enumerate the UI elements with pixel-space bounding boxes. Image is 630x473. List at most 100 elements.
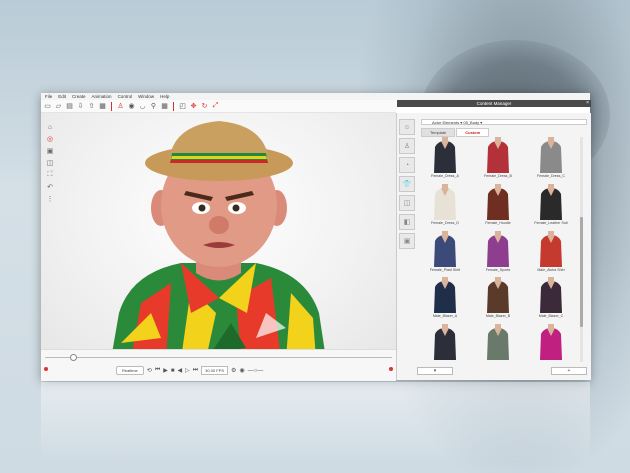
timeline-track[interactable] <box>45 357 392 358</box>
scale-icon[interactable]: ⤢ <box>211 102 220 111</box>
scrollbar-thumb[interactable] <box>580 217 583 327</box>
rotate-icon[interactable]: ↻ <box>200 102 209 111</box>
prop-tab-icon[interactable]: ◧ <box>399 214 415 230</box>
render-icon[interactable]: ▦ <box>98 102 107 111</box>
menu-item-animation[interactable]: Animation <box>92 93 112 100</box>
content-item[interactable]: Female_Dress_C <box>527 137 575 179</box>
playback-bar: Realtime ⟲ ⏮ ▶ ■ ◀ ▷ ⏭ 30.00 FPS ⚙ ◉ —○— <box>116 366 263 375</box>
person-icon[interactable]: ♙ <box>116 102 125 111</box>
prev-icon[interactable]: ◀ <box>177 367 182 374</box>
accessory-tab-icon[interactable]: ◫ <box>399 195 415 211</box>
content-item-label: Female_Plaid Shirt <box>429 267 461 272</box>
select-icon[interactable]: ◰ <box>178 102 187 111</box>
3d-viewport[interactable]: ⌂ ◎ ▣ ◫ ⛶ ↶ ⋮ <box>41 113 396 359</box>
menu-item-file[interactable]: File <box>45 93 52 100</box>
content-item[interactable]: Female_Sports <box>474 230 522 273</box>
content-item[interactable]: Male_Blazer_A <box>421 277 469 319</box>
fit-icon[interactable]: ⛶ <box>46 171 54 179</box>
scene-tab-icon[interactable]: ▣ <box>399 233 415 249</box>
body-tab-icon[interactable]: ♙ <box>399 138 415 154</box>
content-item[interactable]: Male_Blazer_C <box>527 277 575 319</box>
timeline-playhead[interactable] <box>70 354 77 361</box>
loop-icon[interactable]: ⟲ <box>147 367 152 374</box>
next-icon[interactable]: ▷ <box>185 367 190 374</box>
fps-field[interactable]: 30.00 FPS <box>201 366 229 375</box>
mouth-icon[interactable]: ◡ <box>138 102 147 111</box>
image-icon[interactable]: ▣ <box>46 147 54 155</box>
export-icon[interactable]: ⇧ <box>87 102 96 111</box>
timeline: Realtime ⟲ ⏮ ▶ ■ ◀ ▷ ⏭ 30.00 FPS ⚙ ◉ —○— <box>41 349 396 381</box>
content-item-label: Female_Dress_D <box>431 220 459 225</box>
content-item[interactable]: Female_Plaid Shirt <box>421 230 469 273</box>
content-scrollbar[interactable] <box>580 137 583 362</box>
rewind-icon[interactable]: ⏮ <box>155 367 160 374</box>
clothing-thumbnail <box>430 137 460 173</box>
app-window: File Edit Create Animation Control Window Help… <box>41 93 591 381</box>
content-item[interactable]: Female_Dress_A <box>421 137 469 179</box>
undo-icon[interactable]: ↶ <box>46 183 54 191</box>
save-icon[interactable]: ▤ <box>65 102 74 111</box>
playback-mode-button[interactable]: Realtime <box>116 366 144 375</box>
content-item[interactable]: Male_Blazer_B <box>474 277 522 319</box>
content-item-label: Male_Blazer_B <box>485 314 511 319</box>
content-item[interactable] <box>474 324 522 362</box>
end-icon[interactable]: ⏭ <box>193 367 198 374</box>
viewport-toolbar: ⌂ ◎ ▣ ◫ ⛶ ↶ ⋮ <box>45 123 55 204</box>
play-icon[interactable]: ▶ <box>163 367 168 374</box>
content-item[interactable] <box>421 324 469 362</box>
menu-item-help[interactable]: Help <box>160 93 169 100</box>
zoom-slider[interactable]: —○— <box>248 368 264 374</box>
content-item-label: Male_Blazer_C <box>538 314 564 319</box>
content-grid: Female_Dress_A Female_Dress_B Female_Dress… <box>421 137 577 362</box>
eye-icon[interactable]: ◉ <box>127 102 136 111</box>
content-item-label: Female_Dress_C <box>537 174 565 178</box>
grid-icon[interactable]: ▦ <box>160 102 169 111</box>
content-item[interactable]: Female_Leather Suit <box>527 183 575 226</box>
content-manager-sidebar: ☺ ♙ ◔ 👕 ◫ ◧ ▣ <box>399 119 415 249</box>
window-reflection <box>41 382 590 462</box>
clothing-thumbnail <box>430 324 460 361</box>
settings-icon[interactable]: ⚙ <box>231 367 236 374</box>
open-icon[interactable]: ▱ <box>54 102 63 111</box>
clothing-thumbnail <box>536 324 566 361</box>
stop-icon[interactable]: ■ <box>171 368 175 374</box>
home-icon[interactable]: ⌂ <box>46 123 54 131</box>
add-button[interactable]: + <box>551 367 587 375</box>
actor-tab-icon[interactable]: ☺ <box>399 119 415 135</box>
clothing-tab-icon[interactable]: 👕 <box>399 176 415 192</box>
head-tab-icon[interactable]: ◔ <box>399 157 415 173</box>
content-item[interactable]: Female_Dress_B <box>474 137 522 179</box>
toolbar-separator <box>173 101 174 111</box>
target-icon[interactable]: ◎ <box>46 135 54 143</box>
import-icon[interactable]: ⇩ <box>76 102 85 111</box>
timeline-start-marker[interactable] <box>44 367 48 371</box>
breadcrumb[interactable]: Actor Elements ▾ 05_Body ▾ <box>421 119 587 125</box>
timeline-end-marker[interactable] <box>389 367 393 371</box>
walk-icon[interactable]: ⚲ <box>149 102 158 111</box>
content-item-label: Female_Dress_A <box>431 174 459 178</box>
content-item[interactable]: Male_Aloha Shirt <box>527 230 575 273</box>
content-item[interactable]: Female_Hoodie <box>474 183 522 226</box>
dots-icon[interactable]: ⋮ <box>46 195 54 203</box>
avatar-character <box>111 121 326 359</box>
close-icon[interactable]: × <box>586 100 589 107</box>
clothing-thumbnail <box>483 183 513 220</box>
clothing-thumbnail <box>536 137 566 173</box>
menu-item-edit[interactable]: Edit <box>58 93 66 100</box>
menu-item-window[interactable]: Window <box>138 93 154 100</box>
collapse-button[interactable]: ▾ <box>417 367 453 375</box>
menu-item-create[interactable]: Create <box>72 93 86 100</box>
menu-item-control[interactable]: Control <box>118 93 133 100</box>
split-icon[interactable]: ◫ <box>46 159 54 167</box>
content-manager-panel: Content Manager × ☺ ♙ ◔ 👕 ◫ ◧ ▣ Actor El… <box>396 100 591 380</box>
clothing-thumbnail <box>430 230 460 267</box>
move-icon[interactable]: ✥ <box>189 102 198 111</box>
content-tabs: Template Custom <box>421 128 490 137</box>
content-item[interactable]: Female_Dress_D <box>421 183 469 226</box>
tab-custom[interactable]: Custom <box>456 128 490 137</box>
tab-template[interactable]: Template <box>421 128 456 137</box>
content-item[interactable] <box>527 324 575 362</box>
volume-icon[interactable]: ◉ <box>239 367 244 374</box>
clothing-thumbnail <box>483 277 513 314</box>
new-icon[interactable]: ▭ <box>43 102 52 111</box>
